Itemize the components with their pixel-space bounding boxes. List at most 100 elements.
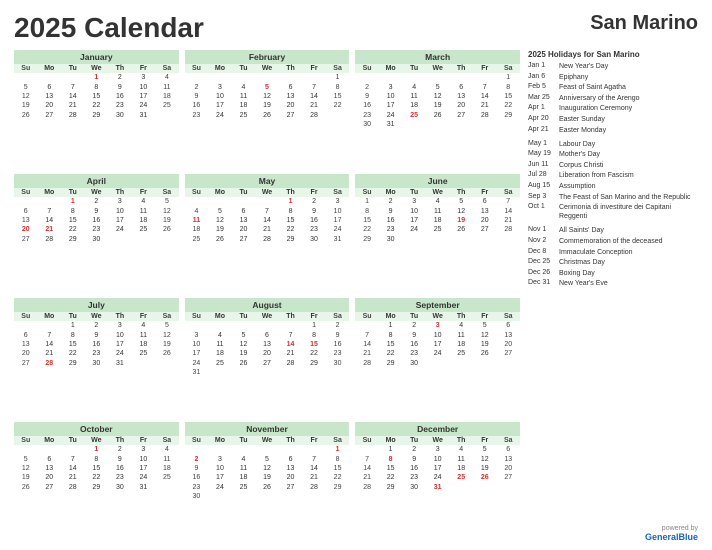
day-cell: 10: [132, 82, 156, 91]
day-cell: 10: [208, 92, 232, 101]
day-cell: 22: [61, 349, 85, 358]
day-header: Tu: [232, 436, 256, 445]
day-cell: 9: [85, 206, 109, 215]
day-cell: 12: [155, 206, 179, 215]
day-cell: 17: [132, 464, 156, 473]
day-cell: 17: [326, 216, 350, 225]
day-cell: 9: [402, 454, 426, 463]
day-cell: 10: [426, 454, 450, 463]
day-cell: 15: [302, 340, 326, 349]
day-cell-empty: [232, 197, 256, 206]
month-calendar-march: MarchSuMoTuWeThFrSa123456789101112131415…: [355, 50, 520, 170]
day-header: Fr: [132, 312, 156, 321]
day-header: Su: [185, 64, 209, 73]
day-cell: 14: [302, 92, 326, 101]
day-cell: 23: [355, 111, 379, 120]
day-header: Sa: [496, 64, 520, 73]
day-cell: 11: [132, 206, 156, 215]
day-header: Th: [108, 312, 132, 321]
day-header: Tu: [61, 64, 85, 73]
day-cell: 23: [326, 349, 350, 358]
day-cell: 28: [355, 359, 379, 368]
days-grid: 1234567891011121314151617181920212223242…: [14, 197, 179, 244]
days-grid: 1234567891011121314151617181920212223242…: [185, 73, 350, 120]
day-header: Su: [355, 436, 379, 445]
day-cell: 8: [326, 82, 350, 91]
day-cell: 22: [326, 101, 350, 110]
day-cell: 7: [496, 197, 520, 206]
day-cell: 1: [355, 197, 379, 206]
day-header: Tu: [232, 64, 256, 73]
day-cell-empty: [279, 445, 303, 454]
day-cell: 15: [496, 92, 520, 101]
day-cell: 3: [185, 330, 209, 339]
day-cell: 28: [302, 111, 326, 120]
day-cell: 8: [302, 330, 326, 339]
day-cell: 8: [355, 206, 379, 215]
holiday-name: Anniversary of the Arengo: [559, 94, 640, 103]
day-cell: 14: [61, 92, 85, 101]
day-cell: 10: [108, 206, 132, 215]
day-cell: 5: [449, 197, 473, 206]
day-header: We: [426, 436, 450, 445]
day-header: Fr: [132, 436, 156, 445]
holiday-date: Aug 15: [528, 182, 556, 191]
day-cell: 29: [496, 111, 520, 120]
holiday-date: Dec 26: [528, 269, 556, 278]
day-cell: 24: [108, 349, 132, 358]
day-header: Fr: [132, 188, 156, 197]
day-cell: 18: [132, 340, 156, 349]
day-cell: 17: [208, 473, 232, 482]
day-cell: 11: [155, 454, 179, 463]
holiday-date: Jan 1: [528, 62, 556, 71]
day-cell: 4: [132, 321, 156, 330]
day-cell: 24: [426, 349, 450, 358]
day-cell-empty: [185, 197, 209, 206]
day-cell: 19: [473, 340, 497, 349]
day-cell: 2: [402, 445, 426, 454]
day-cell-empty: [302, 73, 326, 82]
day-headers: SuMoTuWeThFrSa: [14, 188, 179, 197]
day-header: Sa: [496, 188, 520, 197]
day-cell: 7: [38, 206, 62, 215]
day-cell: 22: [496, 101, 520, 110]
holiday-entry: Nov 2Commemoration of the deceased: [528, 237, 698, 246]
day-cell: 1: [379, 445, 403, 454]
day-cell: 20: [14, 225, 38, 234]
day-cell-empty: [355, 73, 379, 82]
day-cell: 24: [132, 101, 156, 110]
day-cell: 17: [402, 216, 426, 225]
day-cell: 22: [326, 473, 350, 482]
day-cell: 16: [108, 464, 132, 473]
day-cell: 27: [38, 111, 62, 120]
holiday-name: Cerimonia di investiture dei Capitani Re…: [559, 203, 698, 221]
day-cell-empty: [473, 73, 497, 82]
day-cell: 3: [108, 197, 132, 206]
day-cell: 22: [85, 473, 109, 482]
day-cell-empty: [14, 73, 38, 82]
days-grid: 1234567891011121314151617181920212223242…: [14, 445, 179, 492]
day-cell: 29: [302, 359, 326, 368]
day-cell: 13: [279, 464, 303, 473]
day-headers: SuMoTuWeThFrSa: [355, 312, 520, 321]
day-cell: 21: [302, 101, 326, 110]
day-header: Sa: [326, 64, 350, 73]
day-cell-empty: [279, 73, 303, 82]
day-cell: 5: [155, 197, 179, 206]
day-cell: 14: [255, 216, 279, 225]
day-header: Fr: [302, 64, 326, 73]
day-cell: 3: [426, 445, 450, 454]
day-cell: 21: [496, 216, 520, 225]
day-cell: 24: [132, 473, 156, 482]
day-cell: 25: [208, 359, 232, 368]
day-header: Su: [355, 312, 379, 321]
day-cell: 28: [473, 111, 497, 120]
day-header: Su: [14, 64, 38, 73]
day-cell: 13: [279, 92, 303, 101]
day-cell: 13: [14, 340, 38, 349]
holiday-date: Oct 1: [528, 203, 556, 221]
day-cell: 10: [108, 330, 132, 339]
month-header: August: [185, 298, 350, 312]
day-cell: 19: [255, 473, 279, 482]
calendar-row: OctoberSuMoTuWeThFrSa1234567891011121314…: [14, 422, 520, 542]
